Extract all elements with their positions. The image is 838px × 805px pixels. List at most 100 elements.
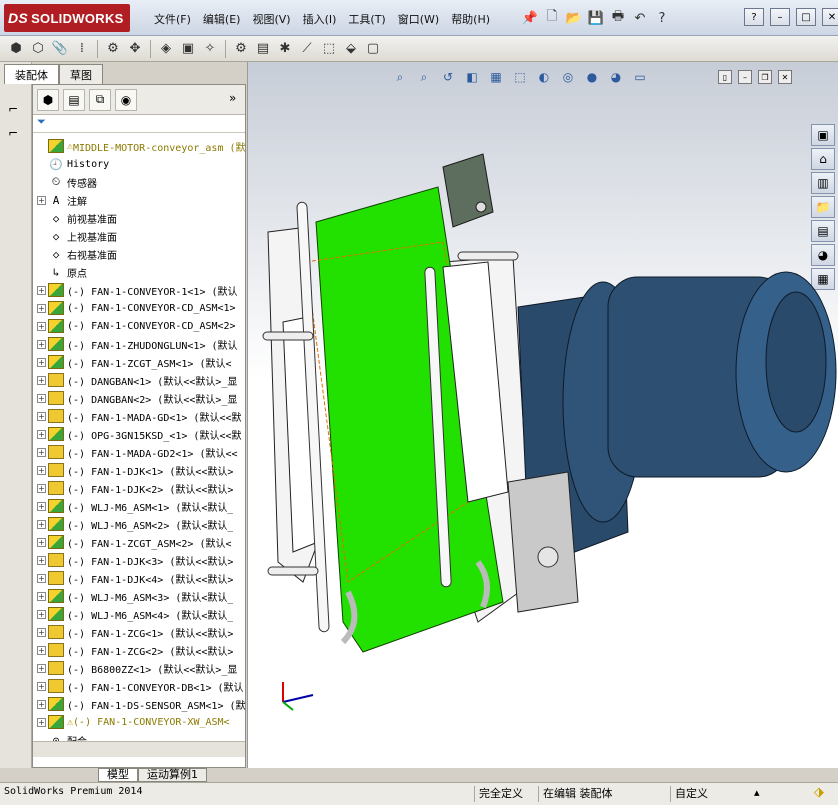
print-icon[interactable]: 🖶 [608, 8, 628, 28]
tree-item[interactable]: + (-) FAN-1-ZCG<1> (默认<<默认> [33, 623, 245, 641]
close-button[interactable]: ✕ [822, 8, 838, 26]
menu-tools[interactable]: 工具(T) [342, 9, 391, 29]
tree-item[interactable]: + (-) WLJ-M6_ASM<3> (默认<默认_ [33, 587, 245, 605]
linear-pattern-icon[interactable]: ⁞ [72, 39, 92, 59]
status-units[interactable]: 自定义 [670, 786, 712, 802]
tree-item[interactable]: + A 注解 [33, 191, 245, 209]
expand-plus-icon[interactable]: + [37, 663, 46, 673]
unit-menu-arrow-icon[interactable]: ▴ [754, 786, 760, 799]
component-icon[interactable]: ⬢ [6, 39, 26, 59]
expand-plus-icon[interactable]: + [37, 339, 46, 349]
bill-of-materials-icon[interactable]: ▤ [253, 39, 273, 59]
expand-plus-icon[interactable]: + [37, 555, 46, 565]
expand-plus-icon[interactable]: + [37, 321, 46, 331]
expand-plus-icon[interactable]: + [37, 195, 46, 205]
pin-icon[interactable]: 📌 [520, 8, 540, 28]
tree-item[interactable]: + (-) DANGBAN<1> (默认<<默认>_显 [33, 371, 245, 389]
reference-geometry-icon[interactable]: ✧ [200, 39, 220, 59]
tree-item[interactable]: + (-) WLJ-M6_ASM<4> (默认<默认_ [33, 605, 245, 623]
expand-plus-icon[interactable]: + [37, 501, 46, 511]
tree-item[interactable]: + (-) FAN-1-MADA-GD<1> (默认<<默 [33, 407, 245, 425]
tree-item[interactable]: + (-) FAN-1-DJK<2> (默认<<默认> [33, 479, 245, 497]
expand-plus-icon[interactable]: + [37, 537, 46, 547]
open-folder-icon[interactable]: 📂 [564, 8, 584, 28]
tree-item[interactable]: + (-) FAN-1-CONVEYOR-DB<1> (默认 [33, 677, 245, 695]
configuration-manager-icon[interactable]: ⧉ [89, 88, 111, 111]
tree-item[interactable]: + (-) FAN-1-ZCGT_ASM<1> (默认< [33, 353, 245, 371]
tree-item[interactable]: ↳ 原点 [33, 263, 245, 281]
tree-root[interactable]: ⚠ MIDDLE-MOTOR-conveyor_asm (默 [33, 137, 245, 155]
tree-item[interactable]: ◇ 右视基准面 [33, 245, 245, 263]
expand-plus-icon[interactable]: + [37, 699, 46, 709]
expand-plus-icon[interactable]: + [37, 717, 46, 727]
show-hidden-icon[interactable]: ◈ [156, 39, 176, 59]
tab-motion-study[interactable]: 运动算例1 [138, 768, 207, 782]
tree-item[interactable]: + (-) WLJ-M6_ASM<1> (默认<默认_ [33, 497, 245, 515]
exploded-view-icon[interactable]: ✱ [275, 39, 295, 59]
new-document-icon[interactable]: 🗋 [542, 8, 562, 28]
new-motion-study-icon[interactable]: ⚙ [231, 39, 251, 59]
save-icon[interactable]: 💾 [586, 8, 606, 28]
tree-item[interactable]: + (-) FAN-1-DJK<1> (默认<<默认> [33, 461, 245, 479]
expand-plus-icon[interactable]: + [37, 483, 46, 493]
tag-icon[interactable]: ⬗ [814, 785, 824, 800]
tree-item[interactable]: + (-) DANGBAN<2> (默认<<默认>_显 [33, 389, 245, 407]
tree-item[interactable]: + (-) B6800ZZ<1> (默认<<默认>_显 [33, 659, 245, 677]
tree-item[interactable]: + (-) OPG-3GN15KSD_<1> (默认<<默 [33, 425, 245, 443]
tab-assembly[interactable]: 装配体 [4, 64, 59, 84]
tree-item[interactable]: 🕘 History [33, 155, 245, 173]
menu-window[interactable]: 窗口(W) [392, 9, 445, 29]
expand-plus-icon[interactable]: + [37, 447, 46, 457]
help-icon[interactable]: ? [652, 8, 672, 28]
tab-sketch[interactable]: 草图 [59, 64, 103, 84]
snapshot-icon[interactable]: ▢ [363, 39, 383, 59]
graphics-area[interactable]: ⌕ ⌕ ↺ ◧ ▦ ⬚ ◐ ◎ ● ◕ ▭ ▯ – ❐ ✕ ▣ ⌂ ▥ 📁 ▤ … [247, 62, 838, 768]
tree-item[interactable]: + ⚠ (-) FAN-1-CONVEYOR-XW_ASM< [33, 713, 245, 731]
maximize-button[interactable]: □ [796, 8, 816, 26]
tree-item[interactable]: + (-) FAN-1-ZCGT_ASM<2> (默认< [33, 533, 245, 551]
menu-view[interactable]: 视图(V) [246, 9, 296, 29]
filter-bar[interactable]: ⏷ [33, 115, 245, 133]
expand-plus-icon[interactable]: + [37, 681, 46, 691]
tree-item[interactable]: + (-) FAN-1-ZHUDONGLUN<1> (默认 [33, 335, 245, 353]
expand-plus-icon[interactable]: + [37, 591, 46, 601]
expand-plus-icon[interactable]: + [37, 411, 46, 421]
tree-item[interactable]: ⊙ 配合 [33, 731, 245, 742]
filter-icon[interactable]: ⏷ [37, 115, 46, 128]
expand-plus-icon[interactable]: + [37, 573, 46, 583]
tree-item[interactable]: ◇ 前视基准面 [33, 209, 245, 227]
insert-component-icon[interactable]: ⬡ [28, 39, 48, 59]
expand-chevron-icon[interactable]: » [229, 91, 236, 105]
expand-plus-icon[interactable]: + [37, 357, 46, 367]
smart-dimension-icon[interactable]: ⌐ [8, 126, 18, 140]
assembly-features-icon[interactable]: ▣ [178, 39, 198, 59]
tree-item[interactable]: + (-) FAN-1-CONVEYOR-CD_ASM<2> [33, 317, 245, 335]
explode-line-icon[interactable]: ⟋ [297, 39, 317, 59]
panel-scrollbar[interactable] [33, 741, 245, 757]
expand-plus-icon[interactable]: + [37, 627, 46, 637]
menu-edit[interactable]: 编辑(E) [197, 9, 247, 29]
tree-item[interactable]: + (-) FAN-1-CONVEYOR-CD_ASM<1> [33, 299, 245, 317]
undo-icon[interactable]: ↶ [630, 8, 650, 28]
tree-item[interactable]: ◇ 上视基准面 [33, 227, 245, 245]
expand-plus-icon[interactable]: + [37, 375, 46, 385]
sketch-relation-icon[interactable]: ⌐ [8, 102, 18, 116]
paperclip-icon[interactable]: 📎 [50, 39, 70, 59]
update-speedpak-icon[interactable]: ⬙ [341, 39, 361, 59]
conveyor-model[interactable] [248, 62, 838, 768]
expand-plus-icon[interactable]: + [37, 393, 46, 403]
expand-plus-icon[interactable]: + [37, 519, 46, 529]
smart-fasteners-icon[interactable]: ⚙ [103, 39, 123, 59]
menu-insert[interactable]: 插入(I) [297, 9, 343, 29]
expand-plus-icon[interactable]: + [37, 303, 46, 313]
expand-plus-icon[interactable]: + [37, 609, 46, 619]
expand-plus-icon[interactable]: + [37, 285, 46, 295]
tree-item[interactable]: ⏲ 传感器 [33, 173, 245, 191]
property-manager-icon[interactable]: ▤ [63, 88, 85, 111]
minimize-button[interactable]: – [770, 8, 790, 26]
tree-item[interactable]: + (-) FAN-1-DS-SENSOR_ASM<1> (默 [33, 695, 245, 713]
tree-item[interactable]: + (-) FAN-1-DJK<3> (默认<<默认> [33, 551, 245, 569]
expand-plus-icon[interactable]: + [37, 429, 46, 439]
tree-item[interactable]: + (-) FAN-1-MADA-GD2<1> (默认<< [33, 443, 245, 461]
instant3d-icon[interactable]: ⬚ [319, 39, 339, 59]
